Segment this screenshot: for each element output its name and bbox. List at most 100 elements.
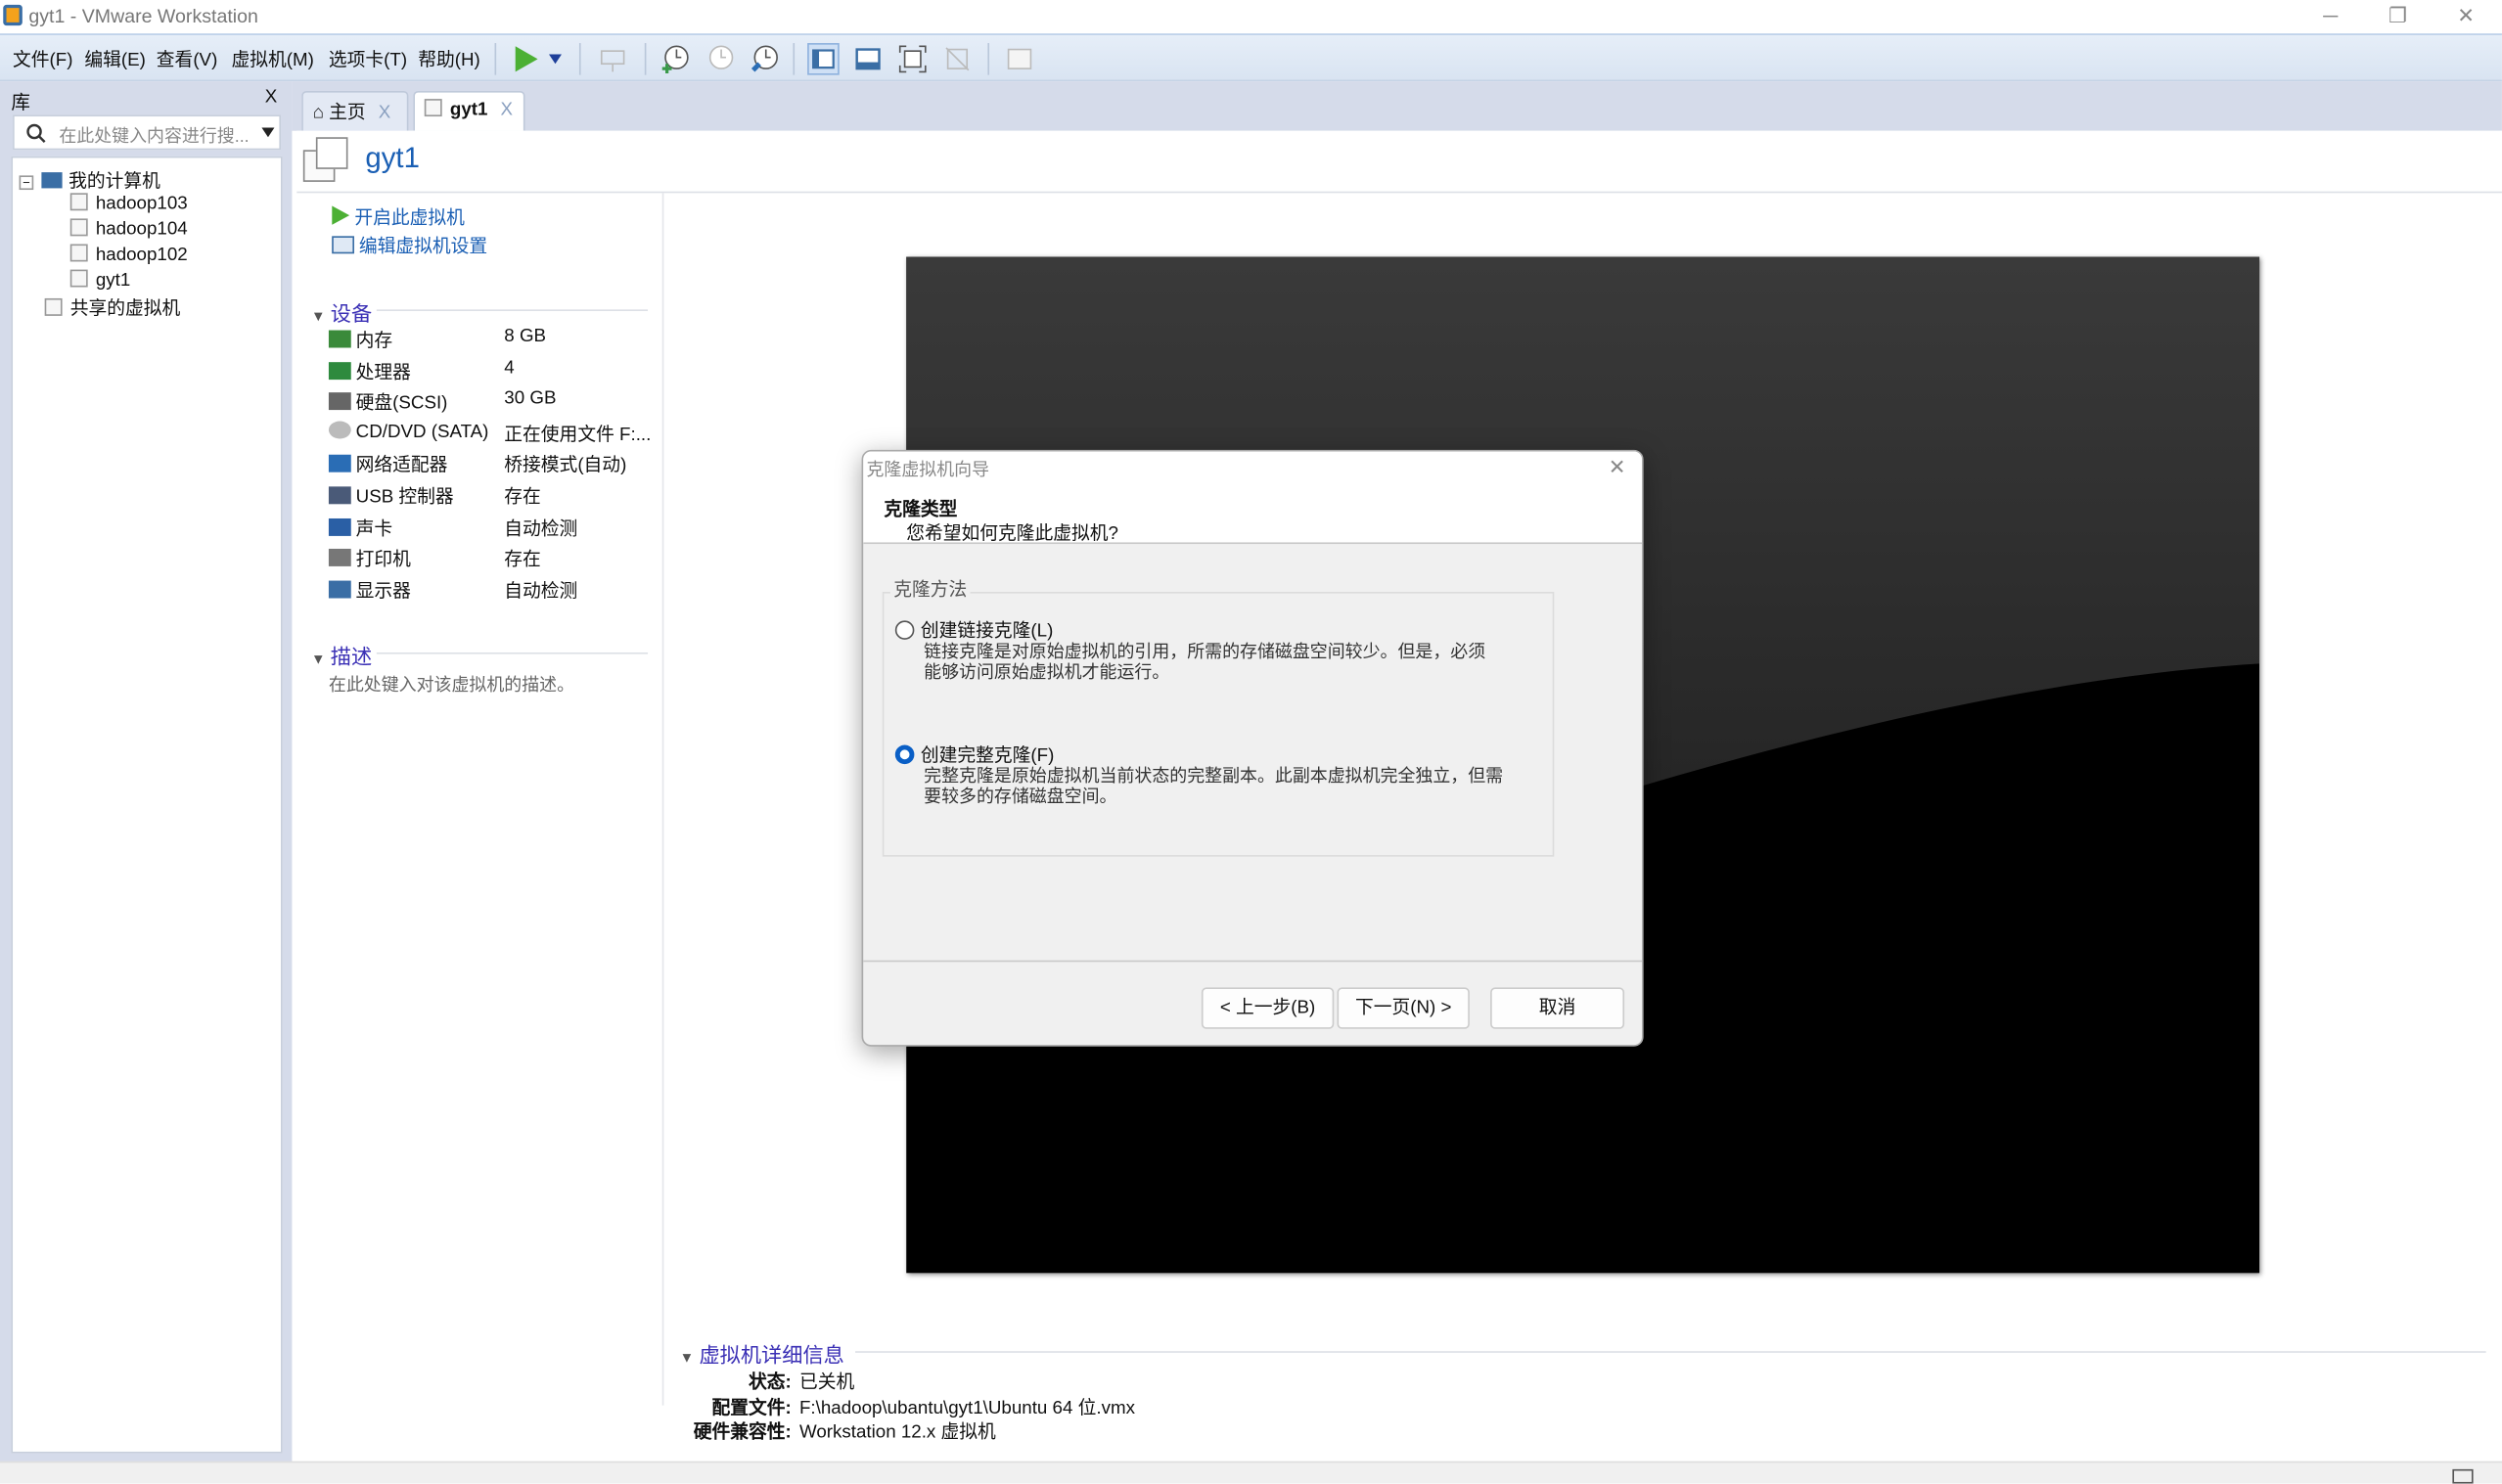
menu-tabs[interactable]: 选项卡(T) <box>329 46 407 71</box>
library-title: 库 <box>11 90 31 113</box>
section-title: 描述 <box>330 644 373 669</box>
tree-label: hadoop104 <box>95 220 188 240</box>
linked-clone-radio[interactable]: 创建链接克隆(L) <box>894 617 1053 643</box>
memory-icon <box>328 330 351 348</box>
snapshot-revert-icon[interactable] <box>704 43 736 75</box>
search-dropdown-icon[interactable] <box>261 127 275 138</box>
vm-icon <box>69 218 88 237</box>
library-close-button[interactable]: X <box>265 88 278 108</box>
device-name: 内存 <box>355 332 393 351</box>
next-button[interactable]: 下一页(N) > <box>1337 987 1470 1029</box>
dialog-header: 克隆虚拟机向导 ✕ 克隆类型 您希望如何克隆此虚拟机? <box>863 451 1642 545</box>
dropdown-icon[interactable] <box>548 54 563 65</box>
tab-close-button[interactable]: X <box>379 104 391 123</box>
tree-item-hadoop102[interactable]: hadoop102 <box>69 244 188 265</box>
menu-vm[interactable]: 虚拟机(M) <box>231 46 313 71</box>
vm-icon <box>69 193 88 211</box>
menu-file[interactable]: 文件(F) <box>13 46 72 71</box>
tree-item-hadoop104[interactable]: hadoop104 <box>69 218 188 240</box>
tab-close-button[interactable]: X <box>500 101 513 120</box>
power-on-icon[interactable] <box>511 43 543 75</box>
cancel-button[interactable]: 取消 <box>1490 987 1625 1029</box>
link-label: 开启此虚拟机 <box>354 208 465 229</box>
menu-help[interactable]: 帮助(H) <box>418 46 480 71</box>
fullscreen-icon[interactable] <box>896 43 929 75</box>
sound-card-icon <box>328 517 351 536</box>
tree-label: 共享的虚拟机 <box>69 299 181 320</box>
snapshot-take-icon[interactable] <box>659 43 691 75</box>
power-on-vm-link[interactable]: 开启此虚拟机 <box>332 204 465 230</box>
state-label: 状态: <box>749 1373 792 1393</box>
description-placeholder[interactable]: 在此处键入对该虚拟机的描述。 <box>329 672 574 697</box>
vm-details-section-header[interactable]: ▼ 虚拟机详细信息 <box>680 1338 844 1369</box>
restore-button[interactable]: ❐ <box>2388 3 2407 28</box>
message-log-icon[interactable] <box>2452 1468 2474 1484</box>
device-name: 网络适配器 <box>355 457 448 476</box>
unity-icon[interactable] <box>941 43 974 75</box>
window-title: gyt1 - VMware Workstation <box>28 4 258 27</box>
full-clone-radio[interactable]: 创建完整克隆(F) <box>894 742 1054 767</box>
dialog-close-button[interactable]: ✕ <box>1609 455 1626 480</box>
vm-name-heading: gyt1 <box>365 142 420 174</box>
hardware-compat-value: Workstation 12.x 虚拟机 <box>798 1422 996 1443</box>
radio-button-selected[interactable] <box>894 744 915 765</box>
tree-item-hadoop103[interactable]: hadoop103 <box>69 193 188 214</box>
close-window-button[interactable]: ✕ <box>2457 3 2475 28</box>
devices-section-header[interactable]: ▼ 设备 <box>311 296 372 327</box>
thumbnail-view-icon[interactable] <box>852 43 885 75</box>
printer-icon <box>328 549 351 567</box>
device-row[interactable]: CD/DVD (SATA) 正在使用文件 F:... <box>328 421 651 445</box>
device-row[interactable]: 网络适配器 桥接模式(自动) <box>328 452 626 477</box>
tab-bar: ⌂ 主页 X gyt1 X <box>292 81 2502 131</box>
menu-edit[interactable]: 编辑(E) <box>84 46 146 71</box>
tree-item-shared-vms[interactable]: 共享的虚拟机 <box>44 295 181 321</box>
device-value: 30 GB <box>504 389 557 409</box>
tab-label: 主页 <box>329 103 366 123</box>
radio-button[interactable] <box>894 620 915 640</box>
device-row[interactable]: 显示器 自动检测 <box>328 577 577 603</box>
tab-home[interactable]: ⌂ 主页 X <box>301 90 409 131</box>
back-button[interactable]: < 上一步(B) <box>1201 987 1335 1029</box>
device-value: 4 <box>504 358 515 378</box>
device-value: 存在 <box>504 550 541 570</box>
description-line: 要较多的存储磁盘空间。 <box>924 787 1117 808</box>
power-on-icon <box>332 205 350 225</box>
title-bar: gyt1 - VMware Workstation ─ ❐ ✕ <box>0 0 2502 34</box>
snapshot-manager-icon[interactable] <box>749 43 781 75</box>
dialog-subheading: 您希望如何克隆此虚拟机? <box>906 524 1118 545</box>
section-title: 虚拟机详细信息 <box>699 1343 844 1368</box>
device-row[interactable]: USB 控制器 存在 <box>328 483 541 509</box>
description-section-header[interactable]: ▼ 描述 <box>311 640 372 670</box>
library-view-icon[interactable] <box>807 43 840 75</box>
library-panel: 库 X 在此处键入内容进行搜... − 我的计算机 hadoop103 hadoo… <box>0 81 293 1463</box>
edit-vm-settings-link[interactable]: 编辑虚拟机设置 <box>332 233 487 258</box>
tab-label: gyt1 <box>449 100 488 120</box>
device-row[interactable]: 内存 8 GB <box>328 327 546 352</box>
device-row[interactable]: 处理器 4 <box>328 358 515 383</box>
device-name: 处理器 <box>355 363 411 382</box>
tree-item-gyt1[interactable]: gyt1 <box>69 269 130 291</box>
collapse-icon[interactable]: − <box>19 175 34 191</box>
menu-view[interactable]: 查看(V) <box>157 46 218 71</box>
minimize-button[interactable]: ─ <box>2323 3 2338 26</box>
description-line: 能够访问原始虚拟机才能运行。 <box>924 663 1170 683</box>
processor-icon <box>328 361 351 380</box>
home-icon: ⌂ <box>312 103 324 123</box>
send-keys-icon[interactable] <box>597 43 629 75</box>
device-row[interactable]: 声卡 自动检测 <box>328 515 577 540</box>
settings-icon <box>332 236 355 254</box>
menu-toolbar: 文件(F) 编辑(E) 查看(V) 虚拟机(M) 选项卡(T) 帮助(H) <box>0 33 2502 82</box>
link-label: 编辑虚拟机设置 <box>358 237 488 257</box>
tree-item-my-computer[interactable]: − 我的计算机 <box>19 167 160 193</box>
device-name: 声卡 <box>355 518 393 539</box>
config-file-value: F:\hadoop\ubantu\gyt1\Ubuntu 64 位.vmx <box>798 1399 1135 1418</box>
device-value: 自动检测 <box>504 581 578 602</box>
device-row[interactable]: 硬盘(SCSI) 30 GB <box>328 389 556 415</box>
network-adapter-icon <box>328 455 351 473</box>
console-view-icon[interactable] <box>1004 43 1036 75</box>
vm-tree: − 我的计算机 hadoop103 hadoop104 hadoop102 gyt… <box>11 156 283 1454</box>
device-row[interactable]: 打印机 存在 <box>328 546 541 571</box>
toolbar-separator <box>793 43 796 75</box>
tab-gyt1[interactable]: gyt1 X <box>413 90 525 131</box>
library-search-input[interactable]: 在此处键入内容进行搜... <box>13 114 282 151</box>
